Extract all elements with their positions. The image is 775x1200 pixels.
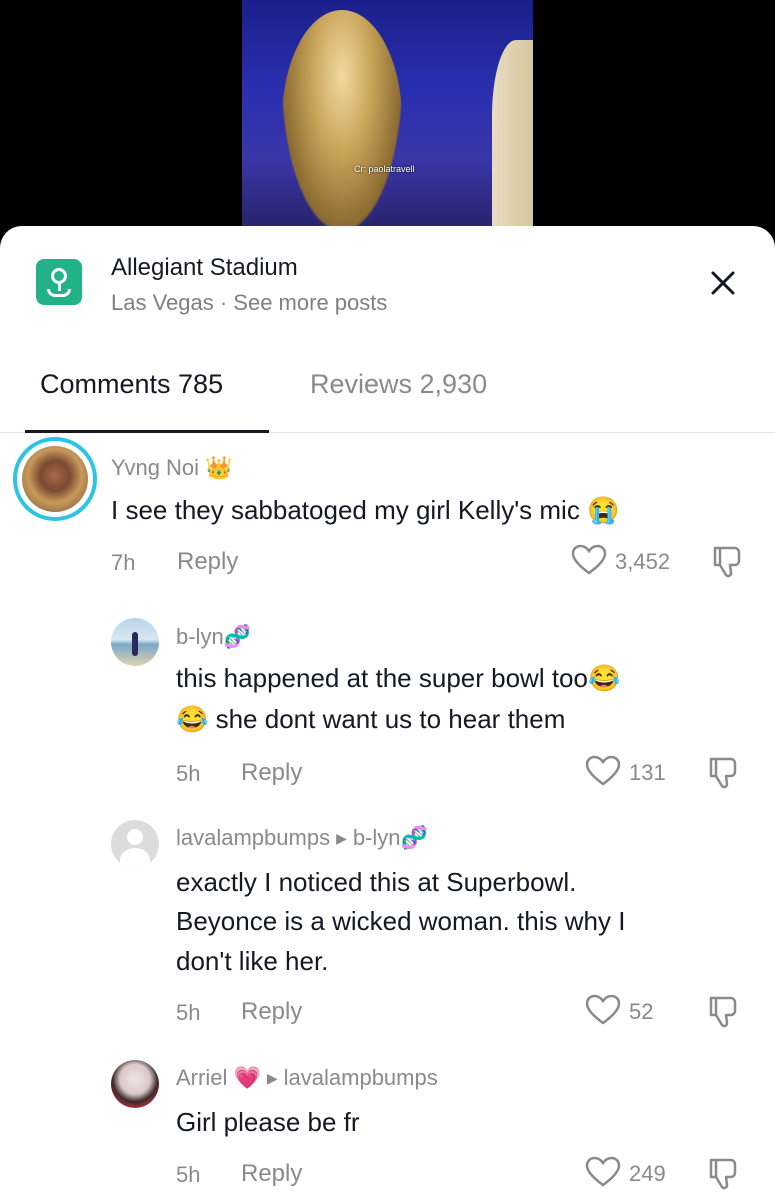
performer-figure (282, 10, 402, 226)
close-icon[interactable] (703, 263, 743, 303)
comments-sheet: Allegiant Stadium Las Vegas · See more p… (0, 226, 775, 1200)
comment-text: don't like her. (176, 946, 329, 976)
comment-username: lavalampbumps ▶ b-lyn🧬 (176, 825, 428, 851)
dna-icon: 🧬 (223, 625, 252, 650)
like-count: 249 (629, 1161, 666, 1186)
comment-text: this happened at the super bowl too😂 (176, 663, 621, 693)
heart-icon[interactable] (585, 755, 621, 792)
reply-button[interactable]: Reply (241, 759, 302, 787)
reply-to-username[interactable]: lavalampbumps (284, 1065, 438, 1090)
comment-text: exactly I noticed this at Superbowl. (176, 867, 577, 897)
tab-comments[interactable]: Comments 785 (40, 369, 223, 400)
video-watermark: Cr: paolatravell (354, 164, 415, 174)
dna-icon: 🧬 (400, 826, 428, 851)
avatar[interactable] (111, 820, 159, 868)
active-tab-indicator (25, 430, 269, 433)
comment-time: 5h (176, 1162, 201, 1187)
comment-time: 7h (111, 550, 136, 575)
comment-text: Beyonce is a wicked woman. this why I (176, 906, 626, 936)
like-count: 131 (629, 760, 666, 785)
comment-username: Arriel 💗 ▶ lavalampbumps (176, 1065, 438, 1091)
tab-reviews[interactable]: Reviews 2,930 (310, 369, 487, 400)
reply-button[interactable]: Reply (241, 1160, 302, 1188)
reply-to-username[interactable]: b-lyn (353, 825, 401, 850)
comment-username[interactable]: Yvng Noi 👑 (111, 455, 233, 481)
dislike-icon[interactable] (709, 544, 745, 585)
comment-text: Girl please be fr (176, 1107, 360, 1137)
reply-arrow-icon: ▶ (336, 830, 347, 846)
heart-icon[interactable] (585, 1156, 621, 1193)
comment-text: I see they sabbatoged my girl Kelly's mi… (111, 495, 620, 525)
dislike-icon[interactable] (705, 755, 741, 796)
location-title[interactable]: Allegiant Stadium (111, 254, 298, 282)
location-subtitle[interactable]: Las Vegas · See more posts (111, 290, 387, 316)
like-count: 52 (629, 999, 654, 1024)
video-frame: Cr: paolatravell (242, 0, 533, 226)
like-count: 3,452 (615, 549, 671, 574)
comment-time: 5h (176, 1000, 201, 1025)
reply-arrow-icon: ▶ (266, 1070, 278, 1086)
avatar[interactable] (13, 437, 97, 521)
avatar[interactable] (111, 1060, 159, 1108)
comment-text: 😂 she dont want us to hear them (176, 704, 566, 734)
reply-button[interactable]: Reply (241, 998, 302, 1026)
crown-icon: 👑 (205, 456, 233, 481)
dislike-icon[interactable] (705, 1156, 741, 1197)
heart-icon[interactable] (585, 994, 621, 1031)
avatar[interactable] (111, 618, 159, 666)
username-text[interactable]: b-lyn (176, 624, 224, 649)
username-text[interactable]: lavalampbumps (176, 825, 330, 850)
comment-username[interactable]: b-lyn🧬 (176, 624, 251, 650)
username-text[interactable]: Yvng Noi (111, 455, 199, 480)
tab-bar: Comments 785 Reviews 2,930 (0, 344, 775, 433)
heart-icon[interactable] (571, 544, 607, 581)
dislike-icon[interactable] (705, 994, 741, 1035)
performer-figure (492, 40, 533, 226)
username-text[interactable]: Arriel (176, 1065, 227, 1090)
pink-heart-icon: 💗 (233, 1066, 261, 1091)
reply-button[interactable]: Reply (177, 548, 238, 576)
comment-time: 5h (176, 761, 201, 786)
location-pin-icon[interactable] (36, 259, 82, 305)
video-player[interactable]: Cr: paolatravell (0, 0, 775, 250)
